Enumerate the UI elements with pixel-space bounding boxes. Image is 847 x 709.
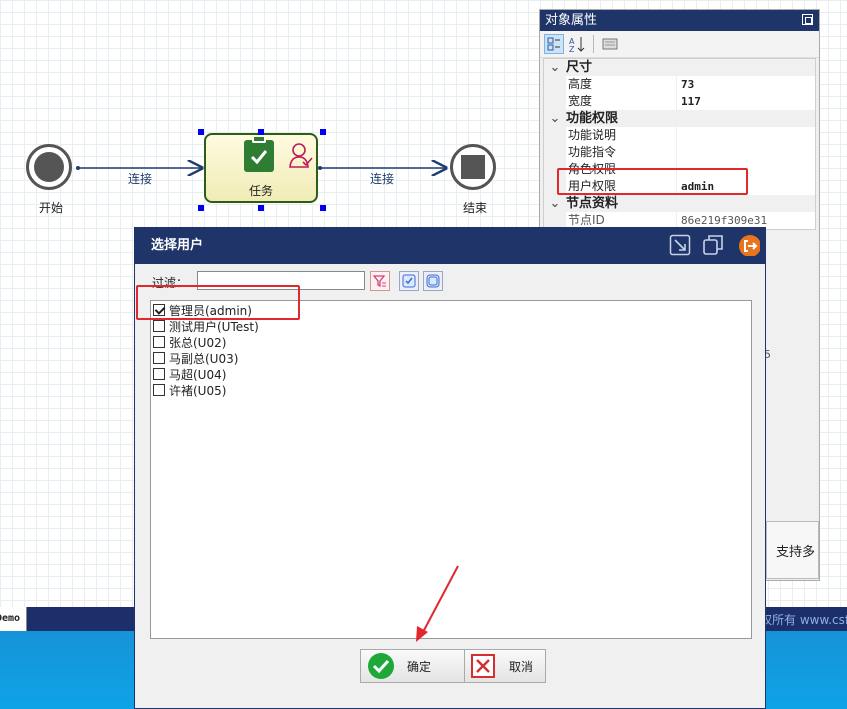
task-user-icon xyxy=(289,143,313,168)
resize-handle-bottom-left[interactable] xyxy=(198,205,204,211)
toolbar-separator xyxy=(593,35,594,53)
resize-handle-bottom[interactable] xyxy=(258,205,264,211)
category-size[interactable]: ⌄ 尺寸 xyxy=(544,59,815,76)
properties-toolbar: AZ xyxy=(540,31,819,58)
annotation-arrow xyxy=(416,565,459,642)
dialog-title: 选择用户 xyxy=(151,238,204,253)
resize-handle-top[interactable] xyxy=(258,129,264,135)
cancel-label: 取消 xyxy=(509,659,534,674)
chevron-down-icon[interactable]: ⌄ xyxy=(544,59,566,76)
checkbox[interactable] xyxy=(153,336,165,348)
support-multi-label: 支持多 xyxy=(775,544,815,560)
annotation-box-admin xyxy=(136,285,300,320)
dialog-title-bar: 选择用户 xyxy=(135,228,765,264)
minimize-icon[interactable] xyxy=(669,234,691,256)
list-item[interactable]: 马副总(U03) xyxy=(151,350,751,366)
filter-apply-button[interactable] xyxy=(370,271,390,291)
restore-icon[interactable] xyxy=(802,14,813,25)
start-node[interactable] xyxy=(26,144,72,190)
ok-button[interactable]: 确定 xyxy=(360,649,470,683)
property-row-height[interactable]: 高度 73 xyxy=(544,76,815,93)
resize-handle-bottom-right[interactable] xyxy=(320,205,326,211)
categorized-view-icon[interactable] xyxy=(544,34,564,54)
checkbox[interactable] xyxy=(153,320,165,332)
ok-label: 确定 xyxy=(407,659,432,674)
restore-window-icon[interactable] xyxy=(702,234,724,256)
close-icon xyxy=(471,654,495,678)
copyright-text: 权所有 www.csfr xyxy=(760,613,847,627)
category-node-info[interactable]: ⌄ 节点资料 xyxy=(544,195,815,212)
properties-panel-title-bar: 对象属性 xyxy=(540,10,819,31)
list-item[interactable]: 马超(U04) xyxy=(151,366,751,382)
sort-alpha-icon[interactable]: AZ xyxy=(567,34,587,54)
properties-panel-title: 对象属性 xyxy=(545,13,598,28)
list-item[interactable]: 许褚(U05) xyxy=(151,382,751,398)
property-row-func-desc[interactable]: 功能说明 xyxy=(544,127,815,144)
checkbox[interactable] xyxy=(153,368,165,380)
check-circle-icon xyxy=(368,653,394,679)
demo-tab[interactable]: Demo xyxy=(0,607,27,631)
property-row-func-cmd[interactable]: 功能指令 xyxy=(544,144,815,161)
support-multi-button[interactable]: 支持多 xyxy=(766,521,819,579)
task-clipboard-icon xyxy=(244,137,274,172)
exit-icon[interactable] xyxy=(738,234,760,256)
start-node-label: 开始 xyxy=(38,201,63,215)
task-node-label: 任务 xyxy=(248,184,273,198)
end-node-label: 结束 xyxy=(462,201,487,215)
filter-funnel-icon xyxy=(373,275,386,288)
svg-text:Z: Z xyxy=(569,45,575,53)
select-all-button[interactable] xyxy=(399,271,419,291)
uncheck-all-icon xyxy=(426,274,440,288)
connector-label-1: 连接 xyxy=(128,172,153,186)
category-permissions[interactable]: ⌄ 功能权限 xyxy=(544,110,815,127)
end-node[interactable] xyxy=(450,144,496,190)
property-pages-icon[interactable] xyxy=(600,34,620,54)
deselect-all-button[interactable] xyxy=(423,271,443,291)
checkbox[interactable] xyxy=(153,384,165,396)
annotation-box-user-perm xyxy=(557,168,748,195)
checkbox[interactable] xyxy=(153,352,165,364)
start-node-dot xyxy=(34,152,64,182)
list-item[interactable]: 测试用户(UTest) xyxy=(151,318,751,334)
property-row-width[interactable]: 宽度 117 xyxy=(544,93,815,110)
check-all-icon xyxy=(402,274,416,288)
resize-handle-top-left[interactable] xyxy=(198,129,204,135)
list-item[interactable]: 张总(U02) xyxy=(151,334,751,350)
cancel-button[interactable]: 取消 xyxy=(464,649,546,683)
resize-handle-top-right[interactable] xyxy=(320,129,326,135)
property-grid: ⌄ 尺寸 高度 73 宽度 117 ⌄ 功能权限 功能说明 功能指令 角色权限 用户权限… xyxy=(543,58,816,230)
connector-label-2: 连接 xyxy=(370,172,395,186)
task-node[interactable]: 任务 xyxy=(204,133,318,203)
end-node-square xyxy=(461,155,485,179)
chevron-down-icon[interactable]: ⌄ xyxy=(544,195,566,212)
chevron-down-icon[interactable]: ⌄ xyxy=(544,110,566,127)
